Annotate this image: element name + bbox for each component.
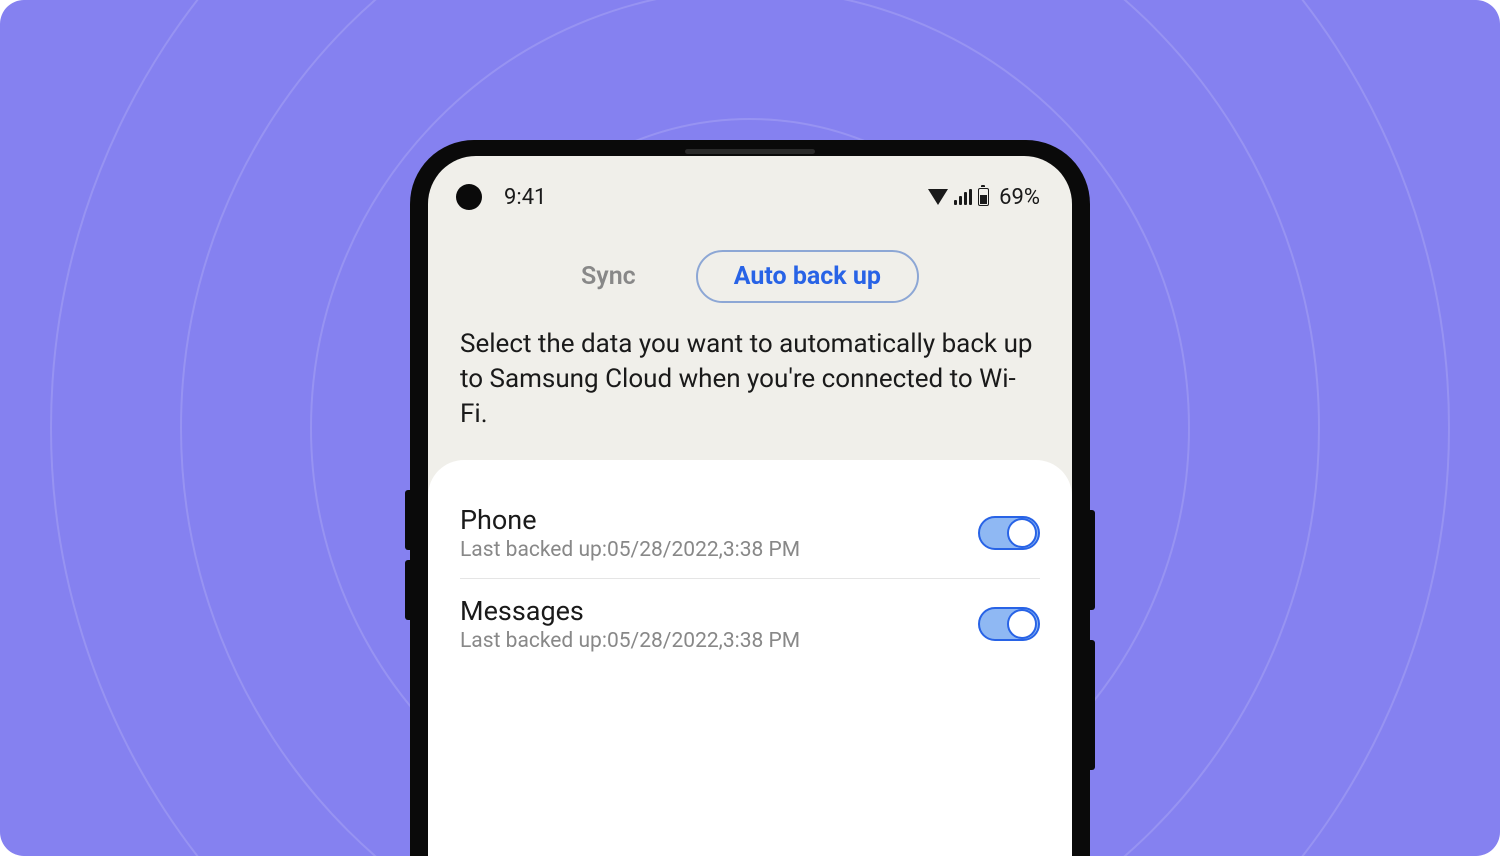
setting-subtitle-phone: Last backed up:05/28/2022,3:38 PM (460, 538, 978, 562)
tab-bar: Sync Auto back up (428, 226, 1072, 327)
setting-title-phone: Phone (460, 504, 978, 536)
toggle-thumb (1007, 518, 1037, 548)
phone-speaker (685, 149, 815, 154)
settings-panel: Phone Last backed up:05/28/2022,3:38 PM … (428, 460, 1072, 856)
setting-text: Messages Last backed up:05/28/2022,3:38 … (460, 595, 978, 653)
battery-icon (978, 188, 989, 206)
power-button (1090, 510, 1095, 610)
toggle-phone[interactable] (978, 516, 1040, 550)
status-bar-right: 69% (928, 185, 1040, 210)
setting-row-phone[interactable]: Phone Last backed up:05/28/2022,3:38 PM (460, 488, 1040, 579)
status-bar-left: 9:41 (456, 184, 546, 210)
setting-subtitle-messages: Last backed up:05/28/2022,3:38 PM (460, 629, 978, 653)
setting-text: Phone Last backed up:05/28/2022,3:38 PM (460, 504, 978, 562)
setting-row-messages[interactable]: Messages Last backed up:05/28/2022,3:38 … (460, 579, 1040, 669)
description-text: Select the data you want to automaticall… (428, 327, 1072, 460)
tab-sync[interactable]: Sync (581, 262, 636, 291)
side-button (1090, 640, 1095, 770)
battery-percent: 69% (999, 185, 1040, 210)
wifi-icon (928, 189, 948, 205)
phone-frame: 9:41 69% Sync Auto back up Select the (410, 140, 1090, 856)
volume-up-button (405, 490, 410, 550)
volume-down-button (405, 560, 410, 620)
signal-icon (954, 189, 972, 205)
tab-auto-backup[interactable]: Auto back up (696, 250, 919, 303)
status-bar: 9:41 69% (428, 156, 1072, 216)
toggle-messages[interactable] (978, 607, 1040, 641)
phone-screen: 9:41 69% Sync Auto back up Select the (428, 156, 1072, 856)
setting-title-messages: Messages (460, 595, 978, 627)
toggle-thumb (1007, 609, 1037, 639)
status-time: 9:41 (504, 185, 546, 210)
camera-hole (456, 184, 482, 210)
app-background: 9:41 69% Sync Auto back up Select the (0, 0, 1500, 856)
